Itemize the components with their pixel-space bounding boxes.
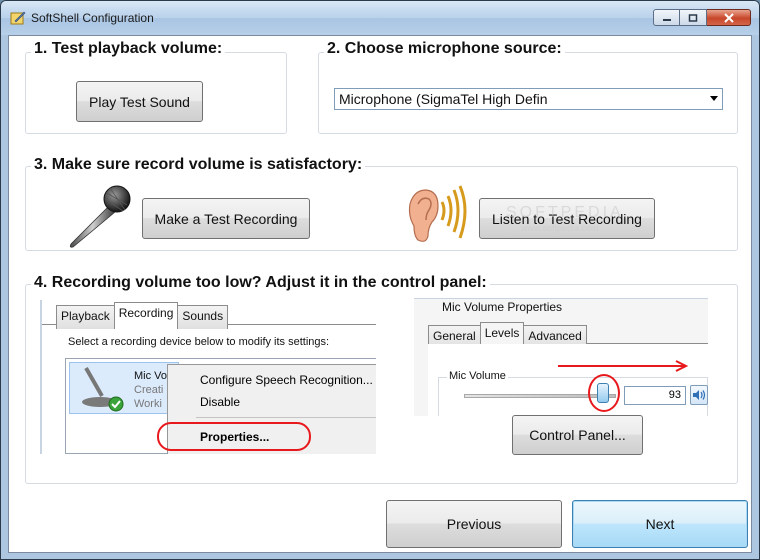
play-test-sound-button[interactable]: Play Test Sound — [76, 81, 203, 122]
speaker-button — [690, 385, 708, 405]
arrow-right-icon — [558, 360, 689, 372]
microphone-icon — [69, 185, 131, 248]
window-title: SoftShell Configuration — [31, 11, 154, 25]
playback-label: 1. Test playback volume: — [31, 40, 226, 58]
properties-highlight-ring — [157, 422, 311, 451]
sound-tabs: Playback Recording Sounds — [56, 302, 229, 329]
watermark-text: SOFTPEDIA — [506, 204, 624, 221]
menu-item-configure-speech: Configure Speech Recognition... — [200, 373, 373, 387]
device-instruction: Select a recording device below to modif… — [68, 336, 330, 348]
chevron-down-icon — [710, 96, 718, 101]
close-icon — [723, 12, 734, 23]
tab-recording: Recording — [113, 302, 179, 326]
minimize-icon — [662, 18, 671, 21]
menu-separator — [196, 417, 376, 418]
config-window: SoftShell Configuration 1. Test playback… — [0, 0, 760, 560]
watermark-url: www.softpedia.com — [521, 223, 599, 233]
device-sub1: Creati — [134, 384, 164, 396]
tab-sounds: Sounds — [177, 305, 229, 329]
device-sub2: Worki — [134, 398, 162, 410]
close-button[interactable] — [707, 9, 751, 26]
record-volume-label: 3. Make sure record volume is satisfacto… — [31, 156, 366, 174]
client-area: 1. Test playback volume: Play Test Sound… — [8, 35, 752, 553]
make-test-recording-button[interactable]: Make a Test Recording — [142, 198, 310, 239]
maximize-icon — [688, 13, 698, 22]
next-button[interactable]: Next — [572, 500, 748, 548]
microphone-label: 2. Choose microphone source: — [324, 40, 565, 58]
app-icon — [10, 11, 26, 25]
control-panel-label: 4. Recording volume too low? Adjust it i… — [31, 274, 490, 292]
device-name: Mic Vo — [134, 370, 168, 382]
mic-volume-value: 93 — [624, 386, 686, 405]
menu-item-disable: Disable — [200, 395, 241, 409]
minimize-button[interactable] — [653, 9, 680, 26]
tab-playback: Playback — [56, 305, 115, 329]
mic-properties-title: Mic Volume Properties — [442, 300, 563, 314]
thumb-highlight-ring — [588, 374, 620, 412]
previous-button[interactable]: Previous — [386, 500, 562, 548]
tab-levels: Levels — [479, 322, 525, 346]
microphone-select-value: Microphone (SigmaTel High Defin — [339, 91, 548, 107]
sound-settings-screenshot: Playback Recording Sounds Select a recor… — [40, 300, 376, 454]
mic-volume-label: Mic Volume — [447, 370, 508, 382]
microphone-select[interactable]: Microphone (SigmaTel High Defin — [334, 88, 723, 110]
control-panel-button[interactable]: Control Panel... — [512, 415, 643, 455]
mic-properties-screenshot: Mic Volume Properties General Levels Adv… — [414, 298, 708, 416]
title-bar[interactable]: SoftShell Configuration — [1, 1, 759, 35]
microphone-device-icon — [82, 367, 124, 412]
maximize-button[interactable] — [680, 9, 707, 26]
speaker-icon — [693, 390, 706, 400]
ear-icon — [408, 185, 467, 242]
